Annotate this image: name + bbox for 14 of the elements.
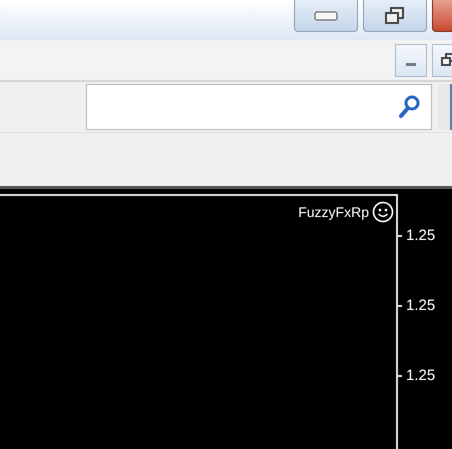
restore-button[interactable] [363, 0, 427, 32]
restore-icon [441, 53, 452, 67]
price-label: 1.25 [406, 297, 436, 314]
minimize-button[interactable] [294, 0, 358, 32]
minimize-icon [314, 10, 338, 20]
minimize-icon [406, 62, 416, 66]
restore-icon [385, 6, 405, 24]
price-label: 1.25 [406, 227, 436, 244]
minimize-button[interactable] [395, 44, 427, 76]
indicator-label: FuzzyFxRp [298, 204, 369, 220]
smiley-icon [372, 201, 394, 223]
search-icon [399, 95, 421, 119]
price-label: 1.25 [406, 367, 436, 384]
search-field[interactable] [86, 84, 432, 130]
